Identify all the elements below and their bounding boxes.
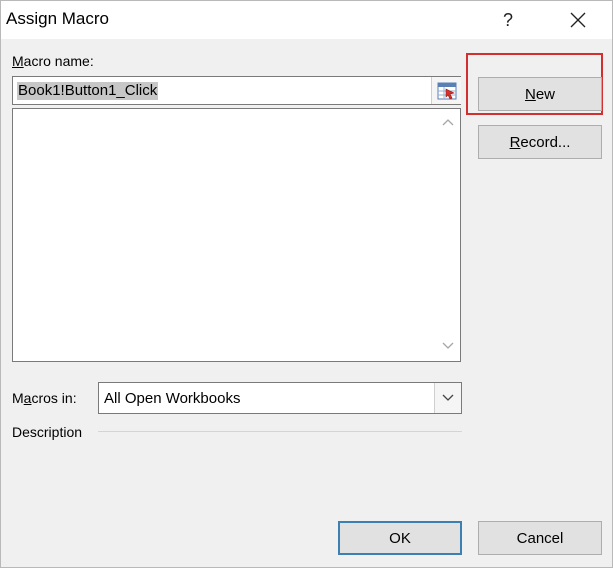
macro-list-scrollbar[interactable] [436, 109, 460, 361]
macros-in-selected: All Open Workbooks [104, 390, 241, 407]
chevron-down-icon[interactable] [441, 341, 455, 351]
macros-in-label: Macros in: [12, 390, 77, 406]
assign-macro-dialog: Assign Macro ? Macro name: Book1!Button1… [0, 0, 613, 568]
macro-name-value[interactable]: Book1!Button1_Click [17, 82, 159, 100]
title-bar: Assign Macro ? [1, 1, 612, 39]
macro-list[interactable] [12, 108, 461, 362]
range-reference-button[interactable] [431, 77, 461, 104]
macro-name-label: Macro name: [12, 53, 94, 69]
close-icon [570, 12, 586, 28]
help-button[interactable]: ? [489, 1, 527, 39]
macros-in-select[interactable]: All Open Workbooks [98, 382, 462, 414]
macro-name-input[interactable]: Book1!Button1_Click [12, 76, 461, 105]
close-button[interactable] [559, 1, 597, 39]
ok-button[interactable]: OK [338, 521, 462, 555]
description-label: Description [12, 424, 83, 440]
cancel-button[interactable]: Cancel [478, 521, 602, 555]
range-reference-icon [437, 82, 456, 99]
record-button[interactable]: Record... [478, 125, 602, 159]
chevron-up-icon[interactable] [441, 117, 455, 127]
macros-in-dropdown-button[interactable] [434, 383, 461, 413]
new-button[interactable]: New [478, 77, 602, 111]
description-divider [98, 431, 462, 432]
chevron-down-icon [442, 394, 454, 401]
dialog-title: Assign Macro [6, 9, 109, 28]
